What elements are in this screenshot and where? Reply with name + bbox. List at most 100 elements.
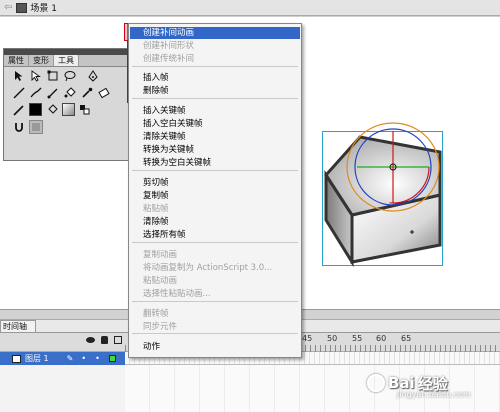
frame-tick bbox=[335, 345, 336, 352]
baidu-watermark: Bai 经验 jingyan.baidu.com bbox=[367, 368, 495, 399]
menu-item-create-motion-tween[interactable]: 创建补间动画 bbox=[130, 27, 300, 39]
menu-item-reverse-frames: 翻转帧 bbox=[143, 309, 169, 319]
frame-tick bbox=[310, 345, 311, 352]
outline-icon[interactable] bbox=[114, 336, 122, 344]
fill-color-icon[interactable] bbox=[45, 103, 59, 117]
frame-tick bbox=[435, 345, 436, 352]
swap-colors-icon[interactable] bbox=[78, 103, 92, 117]
frame-tick bbox=[365, 345, 366, 352]
layer-name-cell[interactable]: 图层 1 ✎ • • bbox=[0, 352, 125, 365]
lock-icon[interactable] bbox=[101, 336, 108, 344]
bone-tool-icon[interactable] bbox=[46, 86, 60, 100]
frame-tick bbox=[425, 345, 426, 352]
menu-item-convert-to-blank-keyframes[interactable]: 转换为空白关键帧 bbox=[130, 157, 300, 169]
menu-item-actions[interactable]: 动作 bbox=[130, 341, 300, 353]
brush-tool-icon[interactable] bbox=[29, 86, 43, 100]
eyedropper-tool-icon[interactable] bbox=[80, 86, 94, 100]
context-menu: 创建补间动画 创建补间形状 创建传统补间 插入帧 删除帧 插入关键帧 插入空白关键帧 清除关键… bbox=[128, 23, 302, 358]
menu-item-paste-motion: 粘贴动画 bbox=[143, 276, 178, 286]
frame-number: 55 bbox=[352, 334, 363, 343]
frame-tick bbox=[445, 345, 446, 352]
eraser-tool-icon[interactable] bbox=[97, 86, 111, 100]
lock-dot[interactable]: • bbox=[95, 352, 100, 365]
menu-item-remove-frames[interactable]: 删除帧 bbox=[130, 85, 300, 97]
frame-tick bbox=[325, 345, 326, 352]
frame-tick bbox=[395, 345, 396, 352]
frame-tick bbox=[495, 345, 496, 352]
stroke-color-swatch[interactable] bbox=[29, 103, 42, 116]
menu-item-cut-frames[interactable]: 剪切帧 bbox=[130, 177, 300, 189]
frame-tick bbox=[420, 345, 421, 352]
menu-item-convert-to-keyframes[interactable]: 转换为关键帧 bbox=[130, 144, 300, 156]
tab-tools[interactable]: 工具 bbox=[54, 55, 79, 66]
menu-separator bbox=[132, 242, 298, 243]
frame-tick bbox=[480, 345, 481, 352]
menu-item-synchronize-symbols: 同步元件 bbox=[143, 322, 178, 332]
frame-tick bbox=[485, 345, 486, 352]
menu-item-paste-motion-special: 选择性粘贴动画... bbox=[143, 289, 211, 299]
pencil-icon[interactable]: ✎ bbox=[67, 352, 74, 365]
frame-tick bbox=[465, 345, 466, 352]
frame-tick bbox=[380, 345, 381, 352]
menu-separator bbox=[132, 333, 298, 334]
selection-tool-icon[interactable] bbox=[12, 69, 26, 83]
menu-separator bbox=[132, 301, 298, 302]
frame-tick bbox=[450, 345, 451, 352]
tab-properties[interactable]: 属性 bbox=[4, 55, 29, 66]
menu-item-copy-frames[interactable]: 复制帧 bbox=[130, 190, 300, 202]
watermark-url: jingyan.baidu.com bbox=[397, 390, 471, 399]
tool-row-3 bbox=[4, 101, 134, 118]
paint-bucket-tool-icon[interactable] bbox=[63, 86, 77, 100]
stroke-color-icon[interactable] bbox=[12, 103, 26, 117]
eye-icon[interactable] bbox=[86, 337, 95, 343]
frame-tick bbox=[370, 345, 371, 352]
tool-row-4 bbox=[4, 118, 134, 135]
frame-tick bbox=[355, 345, 356, 352]
smooth-option-icon[interactable] bbox=[29, 119, 43, 134]
frame-tick bbox=[455, 345, 456, 352]
frame-tick bbox=[440, 345, 441, 352]
scene-bar: ⇦ 场景 1 bbox=[0, 0, 500, 16]
tab-timeline[interactable]: 时间轴 bbox=[0, 320, 36, 332]
menu-item-insert-keyframe[interactable]: 插入关键帧 bbox=[130, 105, 300, 117]
layer-name: 图层 1 bbox=[25, 354, 49, 363]
frame-tick bbox=[340, 345, 341, 352]
frame-tick bbox=[360, 345, 361, 352]
panel-tabs: 属性 变形 工具 bbox=[4, 55, 134, 67]
menu-item-paste-frames: 粘贴帧 bbox=[143, 204, 169, 214]
pen-tool-icon[interactable] bbox=[86, 69, 100, 83]
frame-tick bbox=[375, 345, 376, 352]
back-arrow-icon[interactable]: ⇦ bbox=[4, 2, 12, 13]
subselection-tool-icon[interactable] bbox=[29, 69, 43, 83]
frame-tick bbox=[385, 345, 386, 352]
frame-tick bbox=[125, 345, 126, 352]
line-tool-icon[interactable] bbox=[12, 86, 26, 100]
visibility-dot[interactable]: • bbox=[81, 352, 86, 365]
menu-item-insert-blank-keyframe[interactable]: 插入空白关键帧 bbox=[130, 118, 300, 130]
frame-tick bbox=[415, 345, 416, 352]
frame-tick bbox=[345, 345, 346, 352]
frame-tick bbox=[430, 345, 431, 352]
frame-number: 60 bbox=[376, 334, 387, 343]
scene-icon bbox=[16, 2, 28, 13]
frame-tick bbox=[390, 345, 391, 352]
layer-color-swatch[interactable] bbox=[108, 355, 116, 362]
tab-transform[interactable]: 变形 bbox=[29, 55, 54, 66]
frame-tick bbox=[400, 345, 401, 352]
frame-tick bbox=[490, 345, 491, 352]
menu-item-copy-motion: 复制动画 bbox=[143, 250, 178, 260]
menu-item-clear-frames[interactable]: 清除帧 bbox=[130, 216, 300, 228]
menu-separator bbox=[132, 66, 298, 67]
menu-item-clear-keyframe[interactable]: 清除关键帧 bbox=[130, 131, 300, 143]
frame-tick bbox=[460, 345, 461, 352]
free-transform-tool-icon[interactable] bbox=[46, 69, 60, 83]
menu-item-insert-frame[interactable]: 插入帧 bbox=[130, 72, 300, 84]
cube-graphic[interactable] bbox=[322, 120, 452, 270]
menu-item-copy-motion-as-as3: 将动画复制为 ActionScript 3.0... bbox=[143, 263, 273, 273]
snap-magnet-icon[interactable] bbox=[12, 120, 26, 134]
fill-color-swatch[interactable] bbox=[62, 103, 75, 116]
lasso-tool-icon[interactable] bbox=[63, 69, 77, 83]
menu-item-select-all-frames[interactable]: 选择所有帧 bbox=[130, 229, 300, 241]
frame-tick bbox=[475, 345, 476, 352]
scene-label[interactable]: 场景 1 bbox=[30, 1, 57, 14]
